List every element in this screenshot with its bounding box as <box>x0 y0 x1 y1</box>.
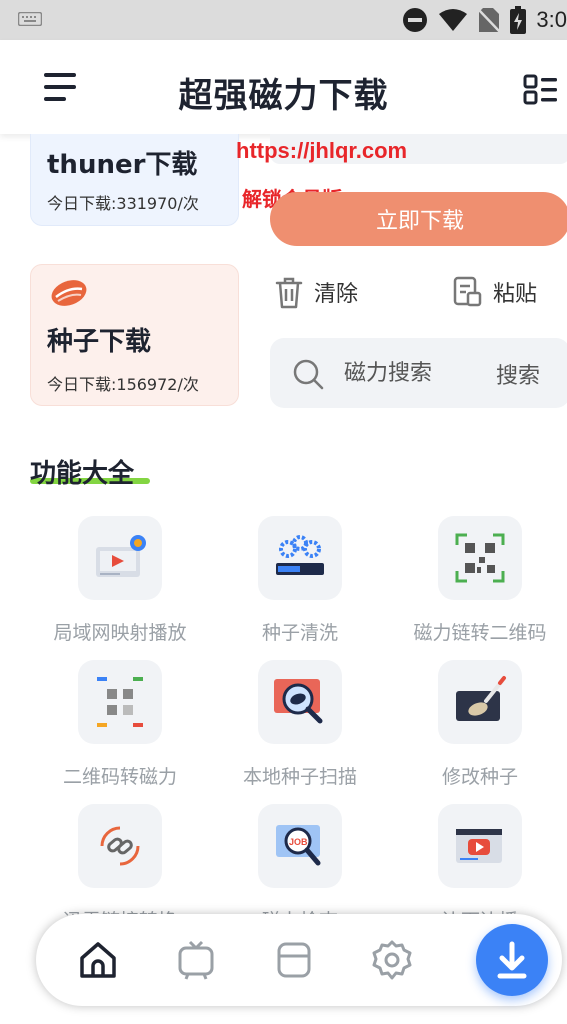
paste-button[interactable]: 粘贴 <box>453 272 537 312</box>
thunder-card-count: 今日下载:331970/次 <box>47 194 199 213</box>
svg-text:JOB: JOB <box>289 837 308 847</box>
section-title: 功能大全 <box>30 459 135 489</box>
gears-icon <box>258 516 342 600</box>
keyboard-icon <box>18 12 42 26</box>
edit-seed-icon <box>438 660 522 744</box>
video-play-icon <box>438 804 522 888</box>
no-sim-icon <box>478 8 501 33</box>
wifi-icon <box>439 9 468 31</box>
clear-button[interactable]: 清除 <box>274 272 358 312</box>
download-now-button[interactable]: 立即下载 <box>270 192 567 246</box>
grid-list-icon[interactable] <box>523 74 559 106</box>
feature-label: 磁力链转二维码 <box>413 622 547 644</box>
seed-download-card[interactable]: 种子下载 今日下载:156972/次 <box>30 264 239 406</box>
link-convert-icon <box>78 804 162 888</box>
app-header: 超强磁力下载 <box>0 40 567 134</box>
bottom-navigation <box>36 914 562 1006</box>
magnifier-seed-icon <box>258 660 342 744</box>
download-icon <box>497 941 527 979</box>
tv-icon[interactable] <box>174 938 218 982</box>
feature-lan-cast[interactable]: 局域网映射播放 <box>30 516 210 645</box>
thunder-download-card[interactable]: thuner下载 今日下载:331970/次 <box>30 134 239 226</box>
feature-seed-clean[interactable]: 种子清洗 <box>210 516 390 645</box>
seed-icon <box>51 280 87 306</box>
settings-icon[interactable] <box>370 938 414 982</box>
job-check-icon: JOB <box>258 804 342 888</box>
page-title: 超强磁力下载 <box>178 76 389 116</box>
battery-icon <box>510 6 527 34</box>
feature-label: 修改种子 <box>441 766 518 788</box>
status-bar: 3:0 <box>0 0 567 40</box>
search-icon <box>293 359 324 390</box>
clipboard-icon <box>453 276 482 307</box>
do-not-disturb-icon <box>403 8 428 32</box>
search-button[interactable]: 搜索 <box>496 358 540 390</box>
trash-icon <box>275 277 303 309</box>
feature-label: 局域网映射播放 <box>53 622 187 644</box>
thunder-card-title: thuner下载 <box>47 150 198 180</box>
home-icon[interactable] <box>76 938 120 982</box>
download-fab[interactable] <box>476 924 548 996</box>
clear-label: 清除 <box>314 282 359 307</box>
feature-magnet-to-qr[interactable]: 磁力链转二维码 <box>390 516 567 645</box>
feature-edit-seed[interactable]: 修改种子 <box>390 660 567 789</box>
watermark-url: https://jhlqr.com <box>236 138 408 163</box>
feature-local-seed-scan[interactable]: 本地种子扫描 <box>210 660 390 789</box>
qr-scan-icon <box>78 660 162 744</box>
qr-code-icon <box>438 516 522 600</box>
paste-label: 粘贴 <box>493 282 538 307</box>
seed-card-title: 种子下载 <box>47 327 152 357</box>
seed-card-count: 今日下载:156972/次 <box>47 375 199 394</box>
status-time: 3:0 <box>536 7 567 32</box>
feature-qr-to-magnet[interactable]: 二维码转磁力 <box>30 660 210 789</box>
magnet-search-box[interactable]: 搜索 <box>270 338 567 408</box>
cast-play-icon <box>78 516 162 600</box>
feature-label: 本地种子扫描 <box>242 766 357 788</box>
cards-icon[interactable] <box>272 938 316 982</box>
feature-label: 种子清洗 <box>261 622 338 644</box>
search-input[interactable] <box>344 356 484 390</box>
feature-label: 二维码转磁力 <box>62 766 177 788</box>
